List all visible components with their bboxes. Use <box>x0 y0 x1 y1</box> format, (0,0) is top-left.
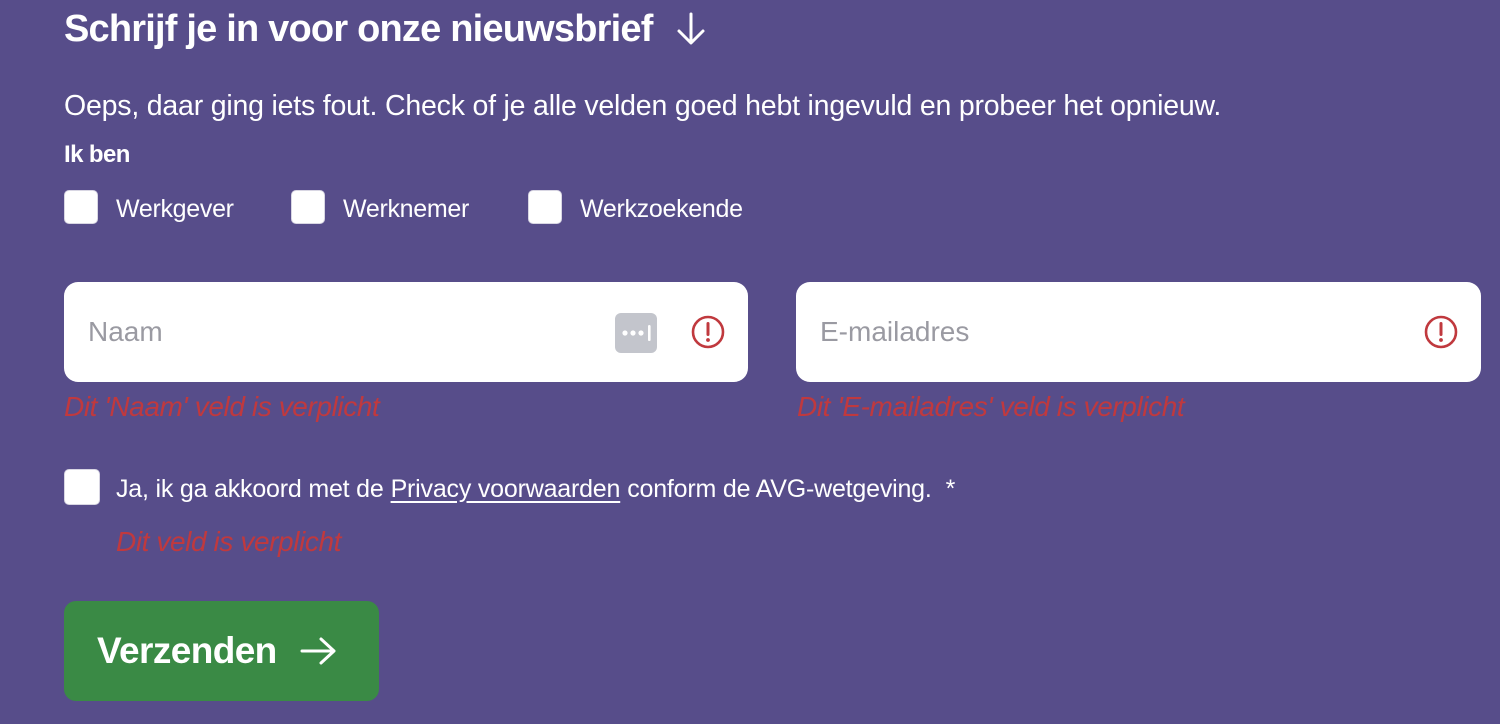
newsletter-heading: Schrijf je in voor onze nieuwsbrief <box>64 4 707 54</box>
newsletter-heading-text: Schrijf je in voor onze nieuwsbrief <box>64 7 653 50</box>
consent-text-after: conform de AVG-wetgeving. <box>627 474 932 503</box>
role-group-label: Ik ben <box>64 141 130 168</box>
privacy-link[interactable]: Privacy voorwaarden <box>391 475 621 504</box>
checkbox-label-werkzoekende[interactable]: Werkzoekende <box>580 191 743 227</box>
arrow-down-icon <box>675 11 707 47</box>
consent-error: Dit veld is verplicht <box>116 526 342 557</box>
submit-button[interactable]: Verzenden <box>64 601 379 701</box>
name-field-placeholder: Naam <box>88 316 163 347</box>
consent-label: Ja, ik ga akkoord met de Privacy voorwaa… <box>116 469 955 509</box>
submit-button-label: Verzenden <box>97 630 277 671</box>
checkbox-label-werknemer[interactable]: Werknemer <box>343 191 469 227</box>
checkbox-werknemer[interactable] <box>291 190 325 224</box>
password-manager-icon[interactable] <box>615 313 657 353</box>
email-field-placeholder: E-mailadres <box>820 316 970 347</box>
email-field[interactable]: E-mailadres <box>796 282 1481 382</box>
name-alert-icon <box>691 315 725 349</box>
name-field[interactable]: Naam <box>64 282 748 382</box>
required-marker: * <box>945 474 956 503</box>
arrow-right-icon <box>299 635 339 667</box>
checkbox-werkgever[interactable] <box>64 190 98 224</box>
checkbox-label-werkgever[interactable]: Werkgever <box>116 191 234 227</box>
name-field-error: Dit 'Naam' veld is verplicht <box>64 391 380 422</box>
form-error-message: Oeps, daar ging iets fout. Check of je a… <box>64 89 1222 122</box>
consent-checkbox[interactable] <box>64 469 100 505</box>
checkbox-werkzoekende[interactable] <box>528 190 562 224</box>
consent-text-before: Ja, ik ga akkoord met de <box>116 474 384 503</box>
email-alert-icon <box>1424 315 1458 349</box>
email-field-error: Dit 'E-mailadres' veld is verplicht <box>797 391 1185 422</box>
